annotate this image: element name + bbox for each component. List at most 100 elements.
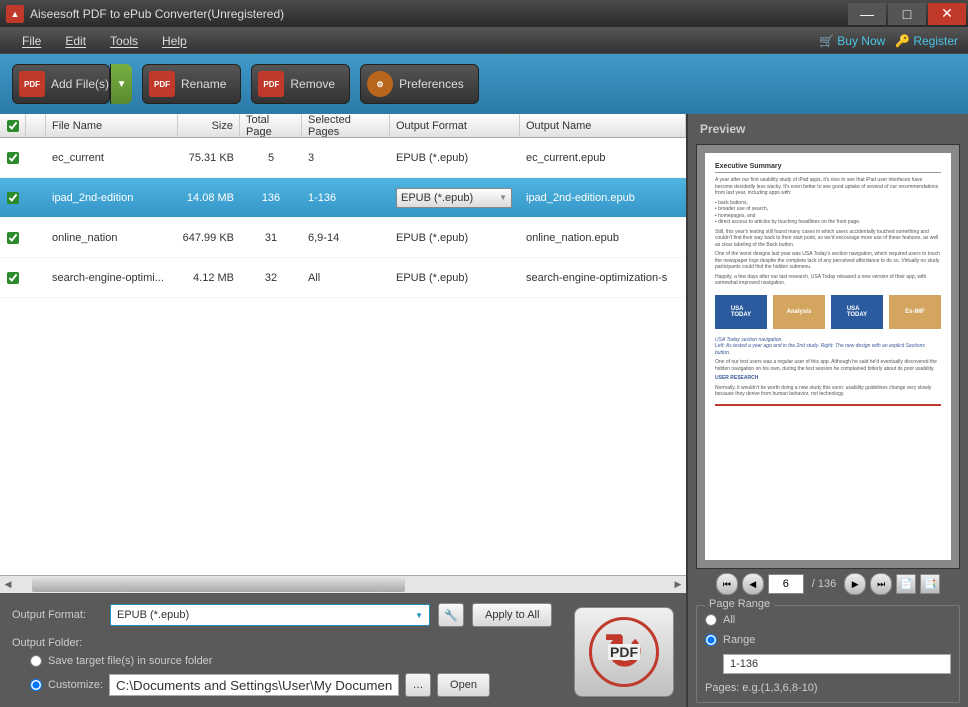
pdf-add-icon: PDF [19, 71, 45, 97]
col-format[interactable]: Output Format [390, 114, 520, 137]
pdf-rename-icon: PDF [149, 71, 175, 97]
customize-label: Customize: [48, 679, 103, 691]
customize-radio[interactable] [30, 679, 42, 691]
range-range-label: Range [723, 634, 755, 646]
range-legend: Page Range [705, 598, 774, 610]
row-pages: 5 [240, 138, 302, 177]
apply-all-button[interactable]: Apply to All [472, 603, 552, 627]
save-source-label: Save target file(s) in source folder [48, 655, 212, 667]
table-row[interactable]: ec_current75.31 KB53EPUB (*.epub)ec_curr… [0, 138, 686, 178]
row-filename: online_nation [46, 218, 178, 257]
doc-heading: Executive Summary [715, 163, 941, 173]
row-filename: search-engine-optimi... [46, 258, 178, 297]
col-filename[interactable]: File Name [46, 114, 178, 137]
output-format-value: EPUB (*.epub) [117, 609, 189, 621]
app-window: ▲ Aiseesoft PDF to ePub Converter(Unregi… [0, 0, 968, 707]
row-format: EPUB (*.epub) [390, 178, 520, 217]
add-files-button[interactable]: PDF Add File(s) [12, 64, 110, 104]
preferences-button[interactable]: ⚙ Preferences [360, 64, 479, 104]
rename-label: Rename [181, 77, 226, 91]
pdf-convert-icon: PDF [589, 617, 659, 687]
convert-button[interactable]: PDF [574, 607, 674, 697]
preview-label: Preview [696, 118, 960, 144]
row-output: online_nation.epub [520, 218, 686, 257]
row-checkbox[interactable] [7, 192, 19, 204]
scroll-right-arrow[interactable]: ▶ [670, 577, 686, 593]
close-button[interactable]: ✕ [928, 3, 966, 25]
row-filename: ipad_2nd-edition [46, 178, 178, 217]
row-size: 14.08 MB [178, 178, 240, 217]
register-label: Register [913, 34, 958, 48]
row-format-select[interactable]: EPUB (*.epub) [396, 188, 512, 208]
row-format: EPUB (*.epub) [390, 138, 520, 177]
add-files-dropdown[interactable]: ▼ [110, 64, 132, 104]
register-link[interactable]: 🔑 Register [895, 34, 958, 48]
horizontal-scrollbar[interactable]: ◀ ▶ [0, 575, 686, 593]
select-all-checkbox[interactable] [7, 120, 19, 132]
row-checkbox[interactable] [7, 232, 19, 244]
save-source-radio[interactable] [30, 655, 42, 667]
scroll-left-arrow[interactable]: ◀ [0, 577, 16, 593]
scroll-thumb[interactable] [32, 578, 405, 592]
open-folder-button[interactable]: Open [437, 673, 490, 697]
menu-edit[interactable]: Edit [53, 30, 98, 52]
first-page-button[interactable]: ⏮ [716, 573, 738, 595]
last-page-button[interactable]: ⏭ [870, 573, 892, 595]
table-row[interactable]: online_nation647.99 KB316,9-14EPUB (*.ep… [0, 218, 686, 258]
minimize-button[interactable]: — [848, 3, 886, 25]
browse-button[interactable]: … [405, 673, 431, 697]
remove-button[interactable]: PDF Remove [251, 64, 350, 104]
row-pages: 32 [240, 258, 302, 297]
buy-now-label: Buy Now [837, 34, 885, 48]
range-all-radio[interactable] [705, 614, 717, 626]
col-size[interactable]: Size [178, 114, 240, 137]
range-all-label: All [723, 614, 735, 626]
pager: ⏮ ◀ / 136 ▶ ⏭ 📄 📑 [696, 569, 960, 599]
row-checkbox[interactable] [7, 152, 19, 164]
doc-thumb-2: Analysis [773, 295, 825, 329]
maximize-button[interactable]: □ [888, 3, 926, 25]
page-input[interactable] [768, 574, 804, 594]
page-range-group: Page Range All Range Pages: e.g.(1,3,6,8… [696, 605, 960, 703]
menu-help[interactable]: Help [150, 30, 199, 52]
row-checkbox[interactable] [7, 272, 19, 284]
output-panel: Output Format: EPUB (*.epub) 🔧 Apply to … [0, 593, 686, 707]
next-page-button[interactable]: ▶ [844, 573, 866, 595]
table-row[interactable]: search-engine-optimi...4.12 MB32AllEPUB … [0, 258, 686, 298]
preview-document: Executive Summary A year after our first… [705, 153, 951, 560]
col-outputname[interactable]: Output Name [520, 114, 686, 137]
table-row[interactable]: ipad_2nd-edition14.08 MB1361-136 EPUB (*.… [0, 178, 686, 218]
preview-box: Executive Summary A year after our first… [696, 144, 960, 569]
row-size: 647.99 KB [178, 218, 240, 257]
menu-file[interactable]: File [10, 30, 53, 52]
format-settings-button[interactable]: 🔧 [438, 603, 464, 627]
menu-tools[interactable]: Tools [98, 30, 150, 52]
cart-icon: 🛒 [819, 34, 833, 48]
row-size: 4.12 MB [178, 258, 240, 297]
export-page-button[interactable]: 📑 [920, 574, 940, 594]
pdf-remove-icon: PDF [258, 71, 284, 97]
snapshot-button[interactable]: 📄 [896, 574, 916, 594]
buy-now-link[interactable]: 🛒 Buy Now [819, 34, 885, 48]
row-pages: 136 [240, 178, 302, 217]
gear-icon: ⚙ [367, 71, 393, 97]
row-selected: 1-136 [302, 178, 390, 217]
custom-path-input[interactable] [109, 674, 399, 696]
menubar: File Edit Tools Help 🛒 Buy Now 🔑 Registe… [0, 28, 968, 54]
row-selected: All [302, 258, 390, 297]
app-icon: ▲ [6, 5, 24, 23]
output-format-select[interactable]: EPUB (*.epub) [110, 604, 430, 626]
row-filename: ec_current [46, 138, 178, 177]
row-format: EPUB (*.epub) [390, 258, 520, 297]
row-size: 75.31 KB [178, 138, 240, 177]
prev-page-button[interactable]: ◀ [742, 573, 764, 595]
col-totalpage[interactable]: Total Page [240, 114, 302, 137]
rename-button[interactable]: PDF Rename [142, 64, 241, 104]
output-format-label: Output Format: [12, 609, 102, 621]
doc-thumb-4: Ex-IMF [889, 295, 941, 329]
row-output: ipad_2nd-edition.epub [520, 178, 686, 217]
range-input[interactable] [723, 654, 951, 674]
col-selected[interactable]: Selected Pages [302, 114, 390, 137]
page-total: / 136 [812, 578, 836, 590]
range-range-radio[interactable] [705, 634, 717, 646]
